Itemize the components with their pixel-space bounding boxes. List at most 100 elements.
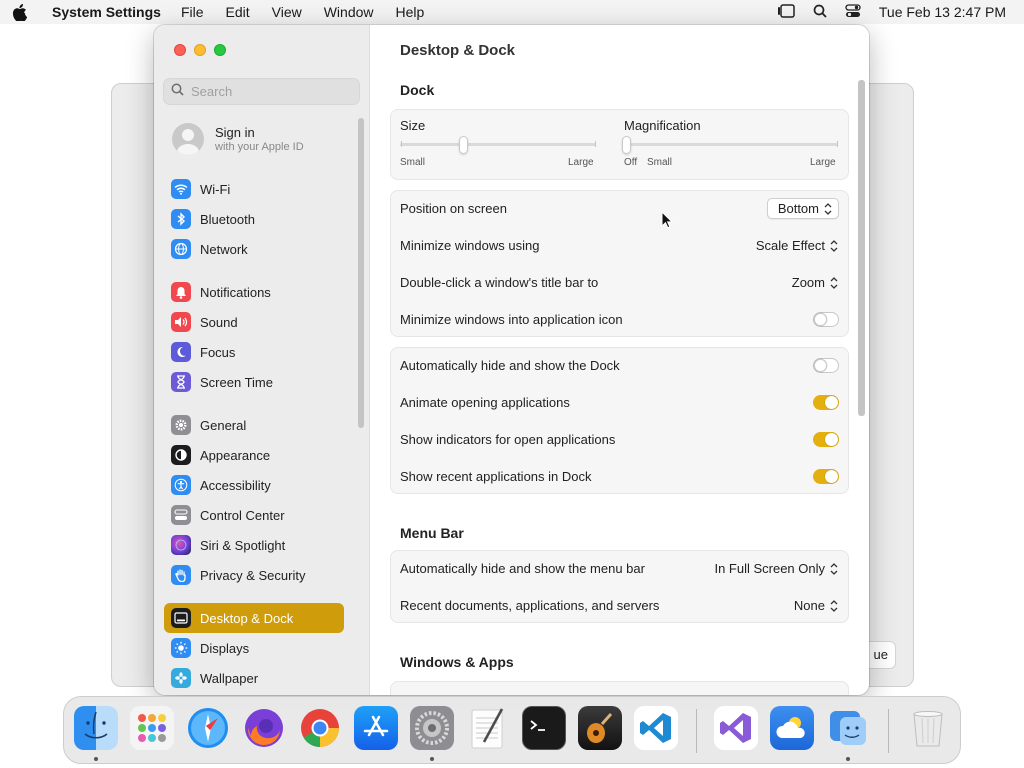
sidebar-item-privacy-security[interactable]: Privacy & Security	[164, 560, 344, 590]
system-settings-icon[interactable]	[410, 706, 454, 750]
minimize-button[interactable]	[194, 44, 206, 56]
magnification-slider-track[interactable]	[624, 143, 838, 146]
show-recent-apps-toggle[interactable]	[813, 469, 839, 484]
double-click-title-bar-popup[interactable]: Zoom	[792, 275, 839, 290]
recent-documents-row: Recent documents, applications, and serv…	[400, 587, 839, 624]
magnification-slider-thumb[interactable]	[622, 136, 631, 154]
apple-id-sign-in[interactable]: Sign in with your Apple ID	[172, 123, 304, 155]
sun-icon	[171, 638, 191, 658]
sidebar-item-notifications[interactable]: Notifications	[164, 277, 344, 307]
search-input[interactable]	[191, 84, 351, 99]
stage-manager-icon[interactable]	[777, 3, 795, 21]
terminal-icon[interactable]	[522, 706, 566, 750]
dock	[63, 696, 961, 764]
menu-bar: System Settings File Edit View Window He…	[0, 0, 1024, 24]
firefox-icon[interactable]	[242, 706, 286, 750]
apple-menu-icon[interactable]	[12, 3, 42, 21]
content-scrollbar[interactable]	[858, 80, 865, 416]
row-label: Minimize windows using	[400, 238, 540, 253]
animate-opening-toggle[interactable]	[813, 395, 839, 410]
sidebar-item-accessibility[interactable]: Accessibility	[164, 470, 344, 500]
spotlight-search-icon[interactable]	[813, 4, 827, 21]
sidebar-item-siri-spotlight[interactable]: Siri & Spotlight	[164, 530, 344, 560]
position-on-screen-row: Position on screen Bottom	[400, 190, 839, 227]
section-menu-bar-heading: Menu Bar	[400, 525, 464, 541]
menubar-clock[interactable]: Tue Feb 13 2:47 PM	[879, 4, 1006, 20]
menu-app-name[interactable]: System Settings	[52, 4, 161, 20]
dock-separator	[888, 709, 889, 753]
close-button[interactable]	[174, 44, 186, 56]
textedit-icon[interactable]	[466, 706, 510, 750]
menu-window[interactable]: Window	[324, 4, 374, 20]
sidebar-item-displays[interactable]: Displays	[164, 633, 344, 663]
mouse-pointer-icon	[661, 210, 674, 234]
sidebar-item-bluetooth[interactable]: Bluetooth	[164, 204, 344, 234]
page-title: Desktop & Dock	[400, 42, 516, 59]
menu-help[interactable]: Help	[396, 4, 425, 20]
safari-icon[interactable]	[186, 706, 230, 750]
row-label: Show recent applications in Dock	[400, 469, 592, 484]
sidebar-scrollbar[interactable]	[358, 118, 364, 428]
auto-hide-menu-bar-popup[interactable]: In Full Screen Only	[714, 561, 839, 576]
launchpad-icon[interactable]	[130, 706, 174, 750]
sidebar-item-focus[interactable]: Focus	[164, 337, 344, 367]
moon-icon	[171, 342, 191, 362]
minimize-into-app-icon-row: Minimize windows into application icon	[400, 301, 839, 338]
recent-documents-popup[interactable]: None	[794, 598, 839, 613]
sign-in-title: Sign in	[215, 125, 255, 140]
sidebar-item-network[interactable]: Network	[164, 234, 344, 264]
size-slider-tick	[401, 141, 402, 147]
sidebar-item-wallpaper[interactable]: Wallpaper	[164, 663, 344, 693]
auto-hide-dock-toggle[interactable]	[813, 358, 839, 373]
magnification-slider-tick	[837, 141, 838, 147]
weather-icon[interactable]	[770, 706, 814, 750]
dock-separator	[696, 709, 697, 753]
sidebar-item-sound[interactable]: Sound	[164, 307, 344, 337]
row-label: Minimize windows into application icon	[400, 312, 623, 327]
garageband-icon[interactable]	[578, 706, 622, 750]
size-slider-thumb[interactable]	[459, 136, 468, 154]
size-max-label: Large	[568, 157, 594, 168]
vscode-icon[interactable]	[634, 706, 678, 750]
gear-icon	[171, 415, 191, 435]
control-center-icon[interactable]	[845, 3, 861, 21]
finder-icon[interactable]	[74, 706, 118, 750]
show-indicators-row: Show indicators for open applications	[400, 421, 839, 458]
chrome-icon[interactable]	[298, 706, 342, 750]
auto-hide-dock-row: Automatically hide and show the Dock	[400, 347, 839, 384]
row-label: Recent documents, applications, and serv…	[400, 598, 660, 613]
window-controls	[174, 44, 226, 56]
visual-studio-icon[interactable]	[714, 706, 758, 750]
show-indicators-toggle[interactable]	[813, 432, 839, 447]
migration-assistant-icon[interactable]	[826, 706, 870, 750]
menu-edit[interactable]: Edit	[226, 4, 250, 20]
hand-icon	[171, 565, 191, 585]
running-indicator	[846, 757, 850, 761]
minimize-into-app-icon-toggle[interactable]	[813, 312, 839, 327]
trash-icon[interactable]	[906, 706, 950, 750]
sidebar-item-desktop-dock[interactable]: Desktop & Dock	[164, 603, 344, 633]
popup-value: Zoom	[791, 275, 825, 290]
siri-icon	[171, 535, 191, 555]
show-recent-apps-row: Show recent applications in Dock	[400, 458, 839, 495]
control-center-icon	[171, 505, 191, 525]
app-store-icon[interactable]	[354, 706, 398, 750]
sidebar-item-control-center[interactable]: Control Center	[164, 500, 344, 530]
minimize-using-popup[interactable]: Scale Effect	[756, 238, 839, 253]
avatar	[172, 123, 204, 155]
menu-view[interactable]: View	[272, 4, 302, 20]
sidebar-item-screen-time[interactable]: Screen Time	[164, 367, 344, 397]
position-on-screen-popup[interactable]: Bottom	[766, 198, 839, 219]
sidebar-item-general[interactable]: General	[164, 410, 344, 440]
size-slider-track[interactable]	[400, 143, 596, 146]
zoom-button[interactable]	[214, 44, 226, 56]
magnification-off-label: Off	[624, 157, 638, 168]
size-min-label: Small	[400, 157, 426, 168]
menu-file[interactable]: File	[181, 4, 204, 20]
sidebar-item-label: Siri & Spotlight	[200, 537, 286, 553]
sidebar-item-appearance[interactable]: Appearance	[164, 440, 344, 470]
hourglass-icon	[171, 372, 191, 392]
sidebar-item-wifi[interactable]: Wi-Fi	[164, 174, 344, 204]
bell-icon	[171, 282, 191, 302]
search-field[interactable]	[163, 78, 360, 105]
